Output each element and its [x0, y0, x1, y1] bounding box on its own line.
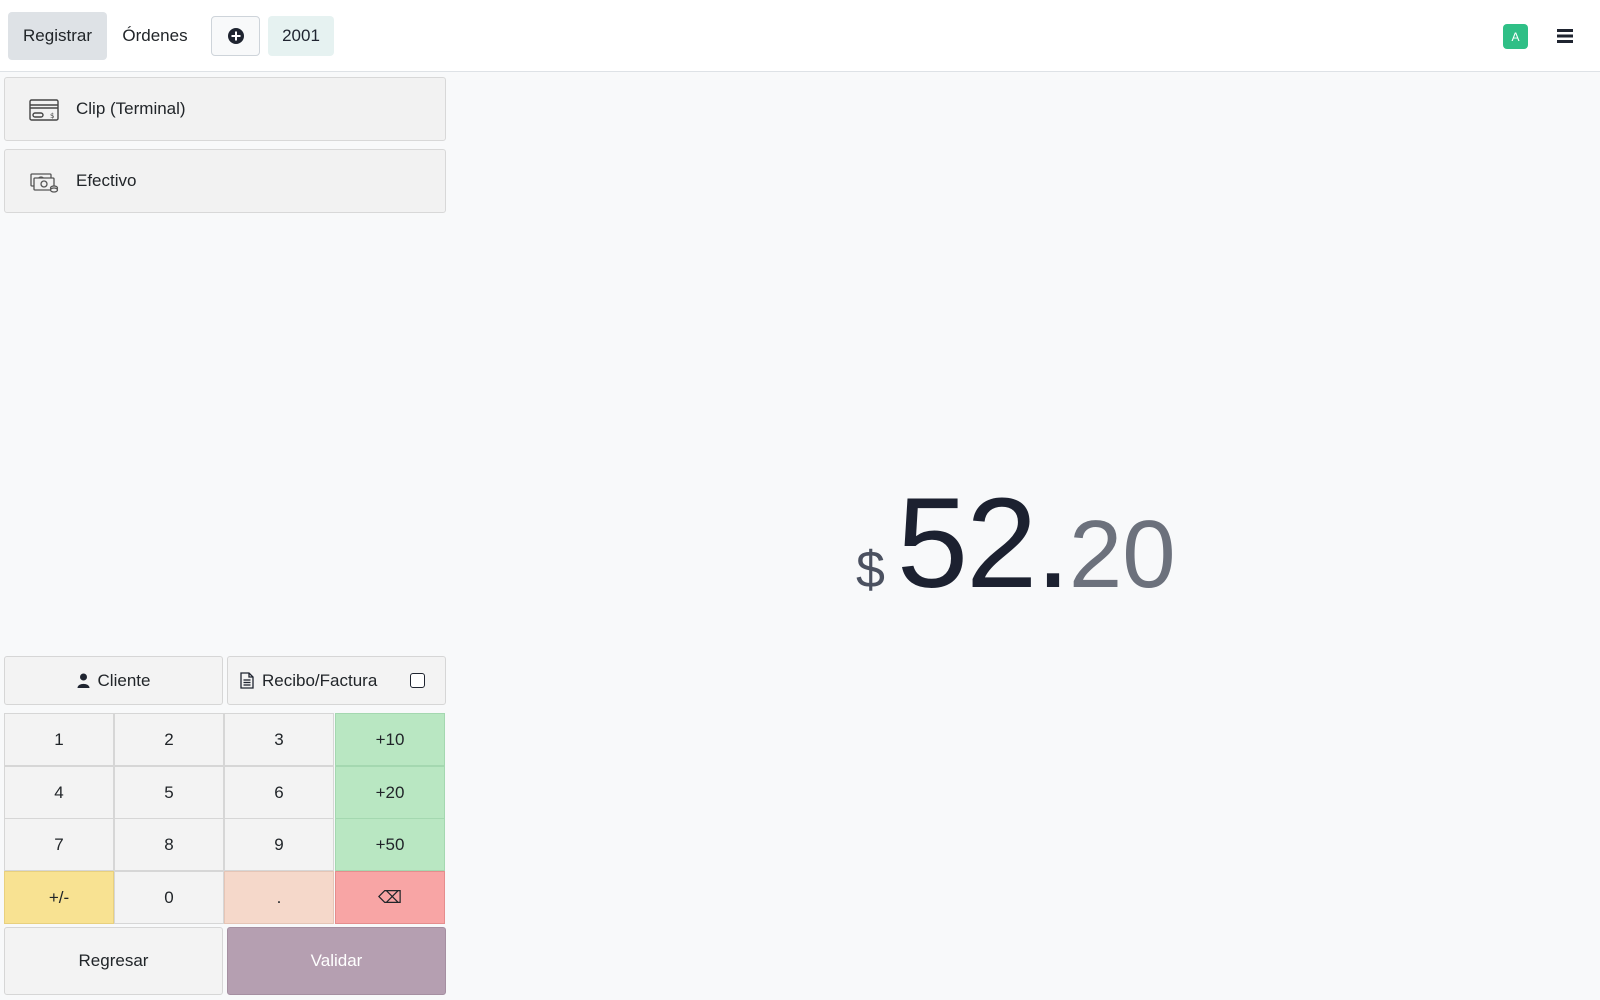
currency-symbol: $	[856, 541, 885, 599]
top-navbar: Registrar Órdenes 2001 A	[0, 0, 1600, 72]
numpad-key-0[interactable]: 0	[114, 871, 224, 924]
numpad-key-6[interactable]: 6	[224, 766, 334, 819]
payment-method-cash[interactable]: Efectivo	[4, 149, 446, 213]
payment-method-clip[interactable]: $ Clip (Terminal)	[4, 77, 446, 141]
numpad-key-8[interactable]: 8	[114, 818, 224, 871]
back-button[interactable]: Regresar	[4, 927, 223, 995]
svg-text:$: $	[50, 112, 54, 120]
customer-button[interactable]: Cliente	[4, 656, 223, 705]
hamburger-icon	[1556, 28, 1574, 44]
numpad-key-plus-50[interactable]: +50	[335, 818, 445, 871]
invoice-label: Recibo/Factura	[262, 670, 378, 690]
amount-decimals: 20	[1068, 501, 1176, 608]
numpad-key-plus-20[interactable]: +20	[335, 766, 445, 819]
numpad-key-1[interactable]: 1	[4, 713, 114, 766]
payment-method-label: Clip (Terminal)	[76, 99, 186, 118]
cash-icon	[27, 167, 61, 197]
amount-integer: 52.	[896, 472, 1071, 615]
menu-button[interactable]	[1553, 24, 1577, 48]
numpad-key-decimal[interactable]: .	[224, 871, 334, 924]
tab-orders[interactable]: Órdenes	[110, 12, 200, 60]
customer-label: Cliente	[97, 670, 151, 690]
numpad-key-5[interactable]: 5	[114, 766, 224, 819]
numpad-key-plus-10[interactable]: +10	[335, 713, 445, 766]
validate-button[interactable]: Validar	[227, 927, 446, 995]
numpad-key-3[interactable]: 3	[224, 713, 334, 766]
invoice-checkbox[interactable]	[410, 673, 425, 688]
numpad-key-2[interactable]: 2	[114, 713, 224, 766]
numpad-key-4[interactable]: 4	[4, 766, 114, 819]
invoice-button[interactable]: Recibo/Factura	[227, 656, 446, 705]
amount-due-display: $ 52. 20	[856, 470, 1176, 615]
order-number-badge[interactable]: 2001	[268, 16, 334, 56]
numpad-key-9[interactable]: 9	[224, 818, 334, 871]
tab-register[interactable]: Registrar	[8, 12, 107, 60]
document-icon	[240, 672, 254, 689]
plus-circle-icon	[227, 27, 245, 45]
avatar[interactable]: A	[1503, 24, 1528, 49]
new-order-button[interactable]	[211, 16, 260, 56]
numpad-key-7[interactable]: 7	[4, 818, 114, 871]
payment-method-label: Efectivo	[76, 171, 137, 190]
numpad-key-sign[interactable]: +/-	[4, 871, 114, 924]
backspace-icon[interactable]: ⌫	[335, 871, 445, 924]
user-icon	[77, 673, 90, 688]
card-terminal-icon: $	[27, 95, 61, 125]
